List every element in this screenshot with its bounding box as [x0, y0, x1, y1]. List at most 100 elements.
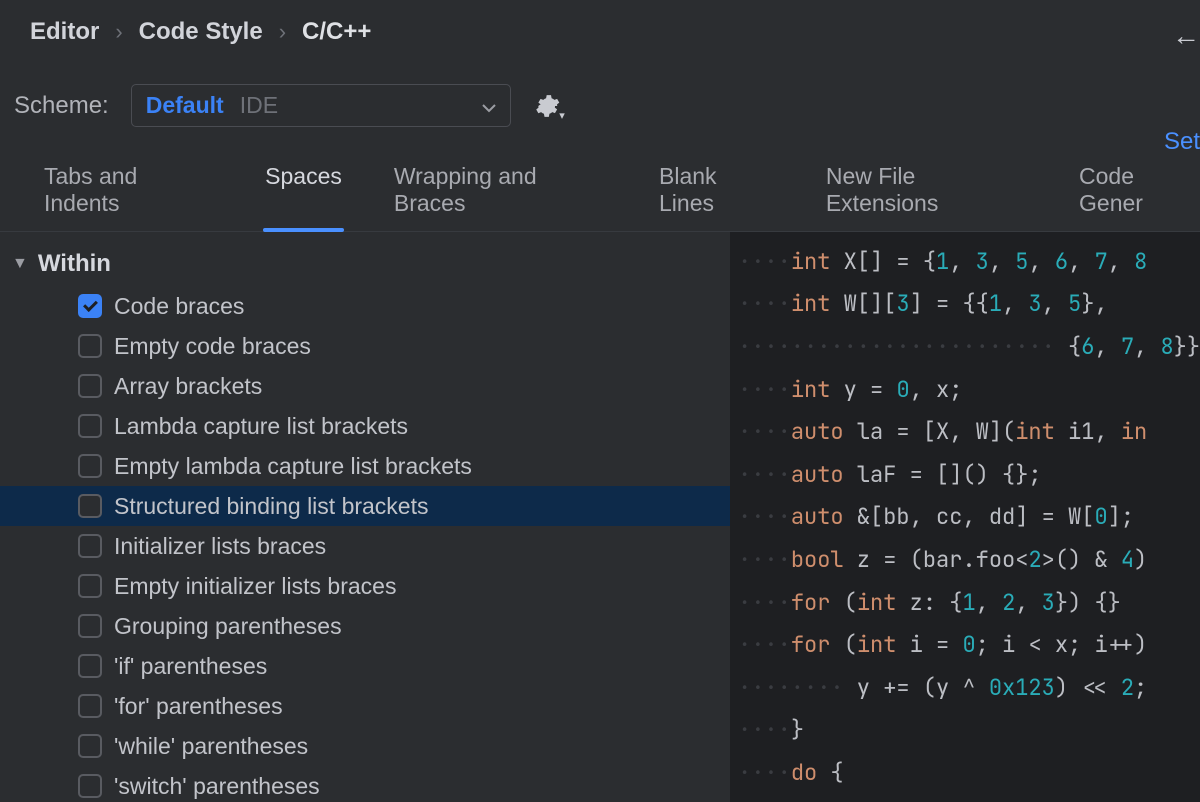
- code-line: ····auto la = [X, W](int i1, in: [730, 410, 1200, 453]
- checkbox[interactable]: [78, 454, 102, 478]
- whitespace-dots: ····: [738, 417, 791, 446]
- option-code-braces[interactable]: Code braces: [0, 286, 730, 326]
- code-token-txt: ): [1134, 545, 1147, 574]
- checkbox[interactable]: [78, 414, 102, 438]
- option-empty-initializer-lists-braces[interactable]: Empty initializer lists braces: [0, 566, 730, 606]
- option-grouping-parentheses[interactable]: Grouping parentheses: [0, 606, 730, 646]
- code-token-num: 3: [896, 289, 909, 318]
- code-token-kw: int: [791, 247, 831, 276]
- option-empty-code-braces[interactable]: Empty code braces: [0, 326, 730, 366]
- code-line: ····auto laF = []() {};: [730, 453, 1200, 496]
- code-token-num: 5: [1015, 247, 1028, 276]
- option-label: 'switch' parentheses: [114, 773, 320, 800]
- code-token-txt: ) <<: [1055, 673, 1121, 702]
- option-initializer-lists-braces[interactable]: Initializer lists braces: [0, 526, 730, 566]
- code-line: ····}: [730, 709, 1200, 752]
- checkbox[interactable]: [78, 694, 102, 718]
- checkbox[interactable]: [78, 774, 102, 798]
- option-array-brackets[interactable]: Array brackets: [0, 366, 730, 406]
- option-lambda-capture-list-brackets[interactable]: Lambda capture list brackets: [0, 406, 730, 446]
- code-line: ····do {: [730, 751, 1200, 794]
- code-token-num: 8: [1160, 332, 1173, 361]
- code-line: ····for (int i = 0; i < x; i++): [730, 623, 1200, 666]
- code-token-num: 7: [1094, 247, 1107, 276]
- option--for-parentheses[interactable]: 'for' parentheses: [0, 686, 730, 726]
- scheme-secondary: IDE: [240, 92, 278, 118]
- option--while-parentheses[interactable]: 'while' parentheses: [0, 726, 730, 766]
- set-from-link[interactable]: Set: [1164, 128, 1200, 156]
- checkbox[interactable]: [78, 334, 102, 358]
- whitespace-dots: ········: [738, 673, 844, 702]
- code-token-kw: int: [857, 588, 897, 617]
- code-token-num: 3: [1042, 588, 1055, 617]
- option-label: Code braces: [114, 293, 244, 320]
- checkbox[interactable]: [78, 654, 102, 678]
- code-token-txt: &[bb, cc, dd] = W[: [844, 502, 1095, 531]
- whitespace-dots: ····: [738, 630, 791, 659]
- code-token-kw: in: [1121, 417, 1147, 446]
- scheme-label: Scheme:: [14, 92, 109, 120]
- scheme-row: Scheme: Default IDE ▾: [0, 60, 1200, 149]
- code-token-txt: , x;: [910, 375, 963, 404]
- whitespace-dots: ····: [738, 247, 791, 276]
- chevron-right-icon: ›: [279, 19, 286, 45]
- option-label: Lambda capture list brackets: [114, 413, 408, 440]
- breadcrumb-item-1[interactable]: Code Style: [139, 18, 263, 46]
- code-token-txt: ];: [1108, 502, 1134, 531]
- code-token-num: 1: [936, 247, 949, 276]
- code-token-num: 2: [1028, 545, 1041, 574]
- code-token-txt: ,: [1108, 247, 1134, 276]
- code-token-txt: la = [X, W](: [844, 417, 1016, 446]
- code-token-num: 0: [1094, 502, 1107, 531]
- back-arrow-icon[interactable]: ←: [1172, 20, 1200, 52]
- code-token-num: 3: [976, 247, 989, 276]
- checkbox[interactable]: [78, 294, 102, 318]
- breadcrumb: Editor › Code Style › C/C++: [0, 0, 1200, 60]
- option-label: 'while' parentheses: [114, 733, 308, 760]
- chevron-right-icon: ›: [115, 19, 122, 45]
- code-token-kw: do: [791, 758, 817, 787]
- tab-spaces[interactable]: Spaces: [265, 155, 342, 231]
- breadcrumb-item-2: C/C++: [302, 18, 371, 46]
- code-token-txt: ;: [1134, 673, 1147, 702]
- tab-new-file-extensions[interactable]: New File Extensions: [826, 155, 1027, 231]
- option-label: 'for' parentheses: [114, 693, 283, 720]
- chevron-down-icon: ▼: [12, 255, 28, 273]
- code-line: ········ y += (y ^ 0x123) << 2;: [730, 666, 1200, 709]
- settings-gear-button[interactable]: ▾: [533, 92, 561, 120]
- check-icon: [83, 297, 98, 312]
- code-token-kw: auto: [791, 460, 844, 489]
- code-token-txt: ,: [1042, 289, 1068, 318]
- code-token-txt: i =: [896, 630, 962, 659]
- tab-blank-lines[interactable]: Blank Lines: [659, 155, 774, 231]
- option--if-parentheses[interactable]: 'if' parentheses: [0, 646, 730, 686]
- option--switch-parentheses[interactable]: 'switch' parentheses: [0, 766, 730, 802]
- code-token-txt: ,: [1134, 332, 1160, 361]
- scheme-select[interactable]: Default IDE: [131, 84, 511, 127]
- checkbox[interactable]: [78, 614, 102, 638]
- code-token-txt: y += (y ^: [844, 673, 989, 702]
- checkbox[interactable]: [78, 574, 102, 598]
- code-token-txt: (: [830, 588, 856, 617]
- option-empty-lambda-capture-list-brackets[interactable]: Empty lambda capture list brackets: [0, 446, 730, 486]
- section-header-within[interactable]: ▼ Within: [0, 244, 730, 286]
- code-token-txt: (: [830, 630, 856, 659]
- breadcrumb-item-0[interactable]: Editor: [30, 18, 99, 46]
- whitespace-dots: ····: [738, 588, 791, 617]
- code-token-kw: int: [791, 375, 831, 404]
- code-token-txt: z = (bar.foo<: [844, 545, 1029, 574]
- code-token-kw: for: [791, 588, 831, 617]
- checkbox[interactable]: [78, 734, 102, 758]
- code-token-kw: bool: [791, 545, 844, 574]
- option-label: Grouping parentheses: [114, 613, 342, 640]
- code-line: ························ {6, 7, 8}};: [730, 325, 1200, 368]
- scheme-primary: Default: [146, 92, 224, 118]
- tab-code-gener[interactable]: Code Gener: [1079, 155, 1200, 231]
- code-token-kw: for: [791, 630, 831, 659]
- tab-tabs-and-indents[interactable]: Tabs and Indents: [44, 155, 213, 231]
- checkbox[interactable]: [78, 374, 102, 398]
- tab-wrapping-and-braces[interactable]: Wrapping and Braces: [394, 155, 607, 231]
- checkbox[interactable]: [78, 494, 102, 518]
- option-structured-binding-list-brackets[interactable]: Structured binding list brackets: [0, 486, 730, 526]
- checkbox[interactable]: [78, 534, 102, 558]
